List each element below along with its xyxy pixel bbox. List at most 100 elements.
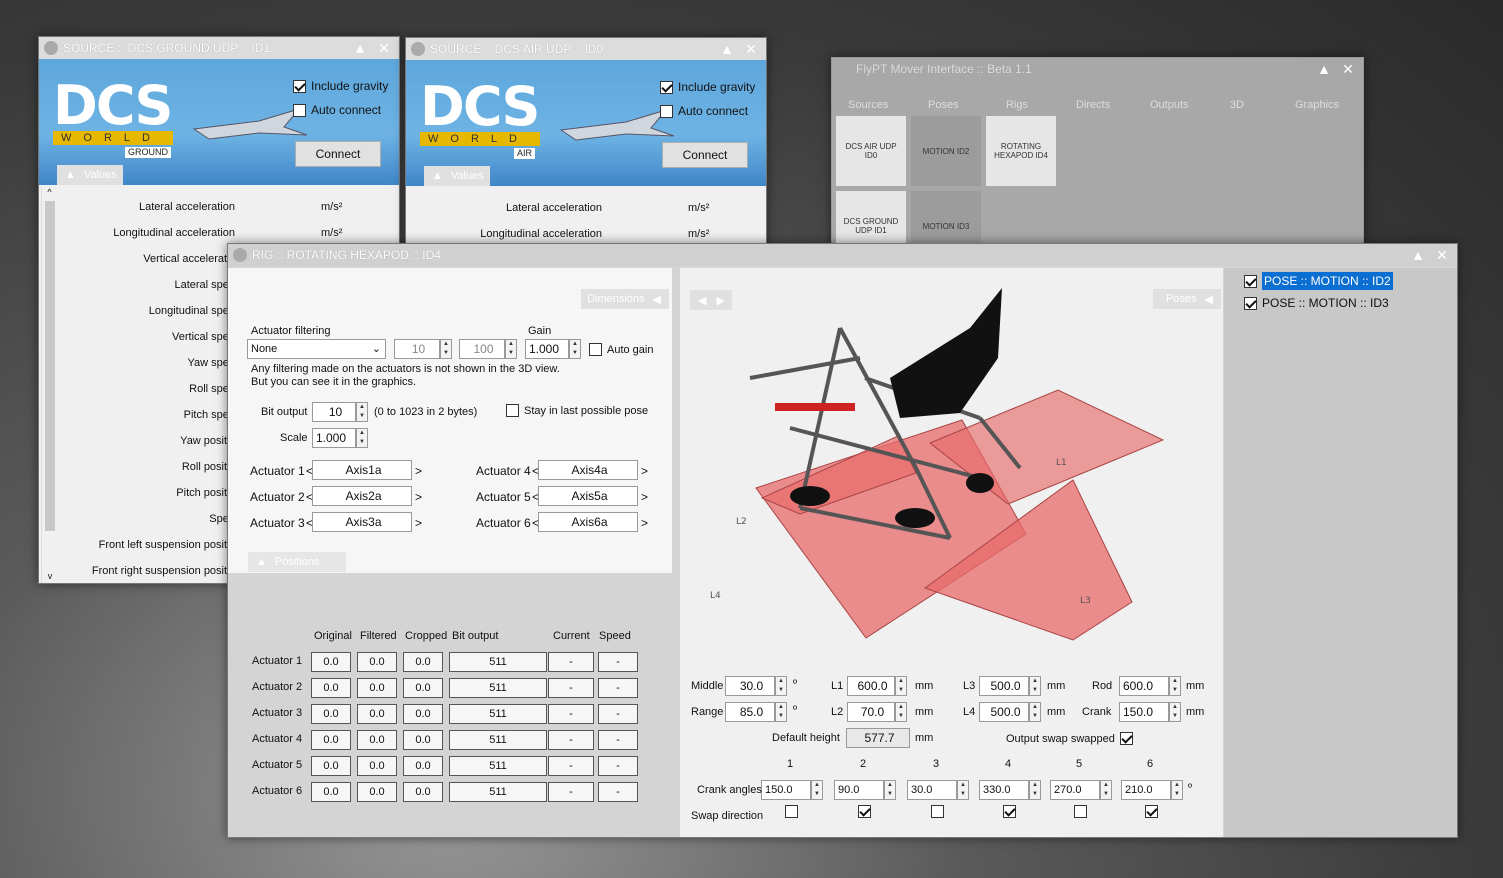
gain-spinner[interactable]: ▲ ▼	[569, 339, 581, 359]
output-swap-checkbox[interactable]	[1120, 732, 1133, 745]
tab-outputs[interactable]: Outputs	[1150, 99, 1189, 111]
rig-title-bar[interactable]: RIG :: ROTATING HEXAPOD :: ID4 ▲ ✕	[228, 244, 1457, 266]
crank-input[interactable]: 150.0	[1119, 702, 1169, 722]
gain-input[interactable]: 1.000	[525, 339, 569, 359]
next-arrow[interactable]: >	[641, 490, 648, 504]
l4-spinner[interactable]: ▲ ▼	[1029, 702, 1041, 722]
middle-spinner[interactable]: ▲ ▼	[775, 676, 787, 696]
pose-item-1[interactable]: POSE :: MOTION :: ID2	[1244, 272, 1393, 290]
positions-toggle[interactable]: ▲ Positions	[248, 552, 346, 572]
crank-angle-input[interactable]: 270.0	[1050, 780, 1100, 800]
next-arrow[interactable]: >	[641, 516, 648, 530]
axis-select[interactable]: Axis4a	[538, 460, 638, 480]
include-gravity-checkbox[interactable]: Include gravity	[660, 80, 755, 94]
deg-unit: º	[793, 704, 798, 716]
scale-input[interactable]: 1.000	[312, 428, 356, 448]
scale-spinner[interactable]: ▲ ▼	[356, 428, 368, 448]
filter-select[interactable]: None ⌄	[247, 339, 386, 359]
connect-button[interactable]: Connect	[295, 141, 381, 167]
close-icon[interactable]: ✕	[1433, 246, 1451, 264]
main-title-bar[interactable]: FlyPT Mover Interface :: Beta 1.1 ▲ ✕	[832, 58, 1363, 80]
positions-header: Speed	[599, 630, 631, 642]
range-label: Range	[691, 706, 724, 718]
crank-spinner[interactable]: ▲ ▼	[1169, 702, 1181, 722]
close-icon[interactable]: ✕	[742, 40, 760, 58]
swap-direction-checkbox[interactable]	[931, 805, 944, 818]
swap-direction-checkbox[interactable]	[858, 805, 871, 818]
next-arrow[interactable]: >	[415, 464, 422, 478]
swap-direction-checkbox[interactable]	[1074, 805, 1087, 818]
air-title-bar[interactable]: SOURCE :: DCS AIR UDP :: ID0 ▲ ✕	[406, 38, 766, 60]
module-tile[interactable]: ROTATING HEXAPOD ID4	[986, 116, 1056, 186]
bit-output-input[interactable]: 10	[312, 402, 356, 422]
positions-cell-b: 511	[449, 730, 547, 750]
close-icon[interactable]: ✕	[1339, 60, 1357, 78]
filter-param1-input[interactable]: 10	[394, 339, 440, 359]
l2-spinner[interactable]: ▲ ▼	[895, 702, 907, 722]
crank-angle-spinner[interactable]: ▲ ▼	[1029, 780, 1041, 800]
crank-angle-spinner[interactable]: ▲ ▼	[811, 780, 823, 800]
range-input[interactable]: 85.0	[725, 702, 775, 722]
l4-input[interactable]: 500.0	[979, 702, 1029, 722]
collapse-icon[interactable]: ▲	[1315, 60, 1333, 78]
tab-sources[interactable]: Sources	[848, 99, 888, 111]
filter-param2-spinner[interactable]: ▲ ▼	[505, 339, 517, 359]
crank-angle-input[interactable]: 210.0	[1121, 780, 1171, 800]
crank-angle-spinner[interactable]: ▲ ▼	[1100, 780, 1112, 800]
next-arrow[interactable]: >	[415, 516, 422, 530]
tab-poses[interactable]: Poses	[928, 99, 959, 111]
values-scrollbar[interactable]: ^ v	[41, 187, 57, 583]
pose-item-2[interactable]: POSE :: MOTION :: ID3	[1244, 296, 1389, 310]
l1-input[interactable]: 600.0	[847, 676, 895, 696]
collapse-icon[interactable]: ▲	[1409, 246, 1427, 264]
l3-input[interactable]: 500.0	[979, 676, 1029, 696]
crank-angle-spinner[interactable]: ▲ ▼	[884, 780, 896, 800]
axis-select[interactable]: Axis6a	[538, 512, 638, 532]
crank-angle-spinner[interactable]: ▲ ▼	[1171, 780, 1183, 800]
dimensions-toggle[interactable]: Dimensions ◀	[581, 289, 669, 309]
l2-input[interactable]: 70.0	[847, 702, 895, 722]
tab-directs[interactable]: Directs	[1076, 99, 1110, 111]
values-section-toggle[interactable]: ▲ Values	[57, 165, 123, 185]
module-tile[interactable]: MOTION ID2	[911, 116, 981, 186]
auto-connect-checkbox[interactable]: Auto connect	[660, 104, 748, 118]
crank-angle-input[interactable]: 150.0	[761, 780, 811, 800]
close-icon[interactable]: ✕	[375, 39, 393, 57]
crank-angle-input[interactable]: 90.0	[834, 780, 884, 800]
range-spinner[interactable]: ▲ ▼	[775, 702, 787, 722]
include-gravity-checkbox[interactable]: Include gravity	[293, 79, 388, 93]
tab-3d[interactable]: 3D	[1230, 99, 1244, 111]
axis-select[interactable]: Axis2a	[312, 486, 412, 506]
axis-select[interactable]: Axis1a	[312, 460, 412, 480]
next-arrow[interactable]: >	[641, 464, 648, 478]
value-row-label: Yaw positic	[180, 435, 235, 447]
values-section-toggle[interactable]: ▲ Values	[424, 166, 490, 186]
axis-select[interactable]: Axis5a	[538, 486, 638, 506]
auto-connect-checkbox[interactable]: Auto connect	[293, 103, 381, 117]
crank-angle-input[interactable]: 30.0	[907, 780, 957, 800]
connect-button[interactable]: Connect	[662, 142, 748, 168]
auto-gain-checkbox[interactable]: Auto gain	[589, 343, 653, 356]
collapse-icon[interactable]: ▲	[718, 40, 736, 58]
l3-spinner[interactable]: ▲ ▼	[1029, 676, 1041, 696]
module-tile[interactable]: DCS AIR UDP ID0	[836, 116, 906, 186]
rod-input[interactable]: 600.0	[1119, 676, 1169, 696]
tab-rigs[interactable]: Rigs	[1006, 99, 1028, 111]
next-arrow[interactable]: >	[415, 490, 422, 504]
middle-input[interactable]: 30.0	[725, 676, 775, 696]
crank-angle-spinner[interactable]: ▲ ▼	[957, 780, 969, 800]
l1-spinner[interactable]: ▲ ▼	[895, 676, 907, 696]
axis-select[interactable]: Axis3a	[312, 512, 412, 532]
collapse-icon[interactable]: ▲	[351, 39, 369, 57]
tab-graphics[interactable]: Graphics	[1295, 99, 1339, 111]
filter-param2-input[interactable]: 100	[459, 339, 505, 359]
swap-direction-checkbox[interactable]	[1145, 805, 1158, 818]
rod-spinner[interactable]: ▲ ▼	[1169, 676, 1181, 696]
stay-last-pose-checkbox[interactable]: Stay in last possible pose	[506, 404, 648, 417]
filter-param1-spinner[interactable]: ▲ ▼	[440, 339, 452, 359]
ground-title-bar[interactable]: SOURCE :: DCS GROUND UDP :: ID1 ▲ ✕	[39, 37, 399, 59]
swap-direction-checkbox[interactable]	[785, 805, 798, 818]
crank-angle-input[interactable]: 330.0	[979, 780, 1029, 800]
swap-direction-checkbox[interactable]	[1003, 805, 1016, 818]
bit-output-spinner[interactable]: ▲ ▼	[356, 402, 368, 422]
